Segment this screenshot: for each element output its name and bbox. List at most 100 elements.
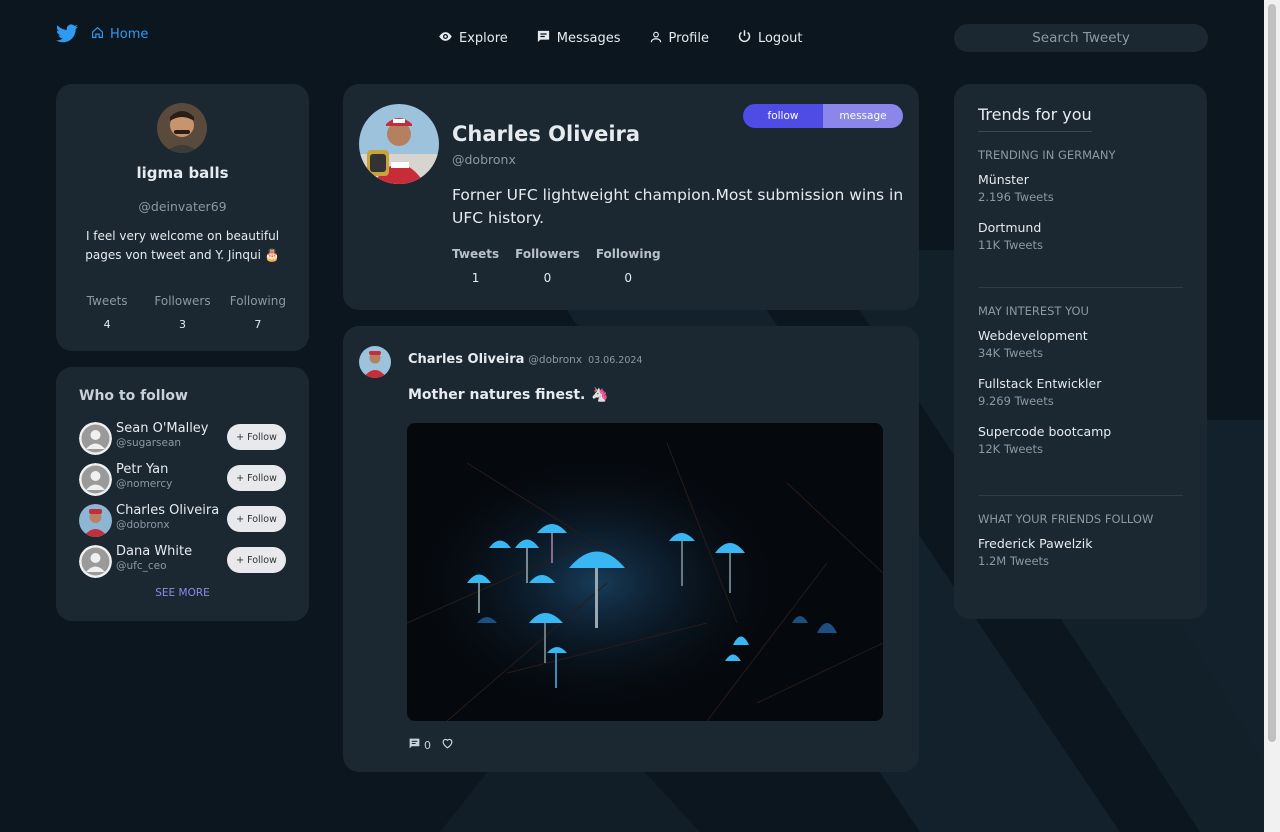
default-avatar-icon[interactable] — [79, 422, 112, 455]
nav-profile-label: Profile — [668, 31, 709, 46]
list-item: Sean O'Malley @sugarsean + Follow — [79, 421, 286, 455]
search-input[interactable] — [954, 24, 1208, 52]
trend-topic: Münster — [978, 172, 1029, 187]
default-avatar-icon[interactable] — [79, 463, 112, 496]
stat-label: Followers — [154, 294, 211, 308]
my-handle: @deinvater69 — [138, 199, 227, 214]
profile-handle: @dobronx — [452, 152, 516, 167]
profile-stats: Tweets 1 Followers 0 Following 0 — [452, 247, 677, 285]
tweet-actions: 0 — [408, 737, 454, 753]
heart-icon[interactable] — [441, 737, 454, 753]
person-name[interactable]: Petr Yan — [116, 462, 172, 477]
comment-count: 0 — [424, 738, 431, 752]
nav-logout[interactable]: Logout — [737, 29, 802, 48]
default-avatar-icon[interactable] — [79, 545, 112, 578]
trends-title: Trends for you — [978, 105, 1092, 132]
follow-button[interactable]: + Follow — [227, 465, 286, 491]
person-handle: @nomercy — [116, 478, 173, 490]
trend-topic: Webdevelopment — [978, 328, 1088, 343]
profile-header-card: Charles Oliveira @dobronx follow message… — [343, 84, 919, 310]
stat-tweets: Tweets 1 — [452, 247, 499, 285]
trend-item[interactable]: Webdevelopment 34K Tweets — [978, 328, 1183, 360]
section-heading: WHAT YOUR FRIENDS FOLLOW — [978, 512, 1154, 526]
avatar[interactable] — [79, 504, 112, 537]
divider — [978, 495, 1183, 496]
user-icon — [649, 30, 663, 48]
trend-item[interactable]: Supercode bootcamp 12K Tweets — [978, 424, 1183, 456]
trend-count: 9.269 Tweets — [978, 394, 1054, 408]
see-more-link[interactable]: SEE MORE — [56, 587, 309, 599]
person-name[interactable]: Charles Oliveira — [116, 503, 219, 518]
follow-button[interactable]: + Follow — [227, 506, 286, 532]
stat-value: 0 — [624, 271, 633, 285]
stat-label: Followers — [515, 247, 580, 261]
nav-home[interactable]: Home — [91, 26, 148, 43]
divider — [978, 287, 1183, 288]
message-icon — [536, 29, 551, 48]
trend-item[interactable]: Dortmund 11K Tweets — [978, 220, 1183, 252]
comment-icon — [408, 737, 421, 753]
trend-count: 12K Tweets — [978, 442, 1044, 456]
person-handle: @dobronx — [116, 519, 170, 531]
nav-explore-label: Explore — [459, 31, 508, 46]
stat-following: Following 0 — [596, 247, 661, 285]
follow-button[interactable]: follow — [743, 104, 823, 128]
trend-section-germany: TRENDING IN GERMANY Münster 2.196 Tweets … — [978, 148, 1183, 252]
tweet-author[interactable]: Charles Oliveira — [408, 352, 524, 367]
profile-name: Charles Oliveira — [452, 122, 641, 146]
my-stats: Tweets 4 Followers 3 Following 7 — [70, 294, 295, 331]
scrollbar[interactable] — [1264, 0, 1280, 832]
follow-button[interactable]: + Follow — [227, 547, 286, 573]
nav-messages[interactable]: Messages — [536, 29, 621, 48]
stat-value: 1 — [471, 271, 480, 285]
list-item: Petr Yan @nomercy + Follow — [79, 462, 286, 496]
avatar[interactable] — [359, 104, 439, 184]
tweet-date: 03.06.2024 — [588, 355, 643, 366]
stat-value: 7 — [254, 318, 262, 331]
tweet-text-content: Mother natures finest. — [408, 387, 586, 403]
stat-followers: Followers 3 — [145, 294, 219, 331]
nav-home-label: Home — [110, 27, 149, 42]
stat-followers: Followers 0 — [515, 247, 580, 285]
stat-label: Following — [229, 294, 286, 308]
tweet-card: Charles Oliveira @dobronx 03.06.2024 Mot… — [343, 326, 919, 772]
my-bio: I feel very welcome on beautiful pages v… — [85, 229, 280, 262]
trend-count: 34K Tweets — [978, 346, 1044, 360]
trend-count: 2.196 Tweets — [978, 190, 1054, 204]
eye-icon — [438, 29, 453, 48]
unicorn-emoji: 🦄 — [591, 387, 609, 403]
trend-topic: Supercode bootcamp — [978, 424, 1112, 439]
nav-profile[interactable]: Profile — [649, 29, 709, 48]
stat-label: Tweets — [452, 247, 500, 261]
trend-topic: Dortmund — [978, 220, 1042, 235]
avatar[interactable] — [157, 103, 207, 153]
trend-item[interactable]: Münster 2.196 Tweets — [978, 172, 1183, 204]
stat-value: 3 — [179, 318, 186, 331]
avatar[interactable] — [359, 346, 391, 378]
home-icon — [91, 26, 104, 43]
trend-item[interactable]: Frederick Pawelzik 1.2M Tweets — [978, 536, 1183, 568]
twitter-bird-icon[interactable] — [55, 22, 79, 46]
nav-explore[interactable]: Explore — [438, 29, 508, 48]
scrollbar-thumb[interactable] — [1268, 4, 1276, 742]
stat-label: Following — [595, 247, 661, 261]
section-heading: MAY INTEREST YOU — [978, 304, 1089, 318]
list-item: Dana White @ufc_ceo + Follow — [79, 544, 286, 578]
person-name[interactable]: Dana White — [116, 544, 192, 559]
message-button[interactable]: message — [823, 104, 903, 128]
follow-button[interactable]: + Follow — [227, 424, 286, 450]
tweet-image[interactable] — [407, 423, 883, 721]
nav-messages-label: Messages — [556, 31, 621, 46]
tweet-handle: @dobronx — [528, 354, 583, 366]
trend-section-friends: WHAT YOUR FRIENDS FOLLOW Frederick Pawel… — [978, 512, 1183, 568]
trend-count: 11K Tweets — [978, 238, 1044, 252]
tweet-text: Mother natures finest. 🦄 — [408, 387, 609, 403]
who-to-follow-card: Who to follow Sean O'Malley @sugarsean + … — [56, 367, 309, 621]
person-name[interactable]: Sean O'Malley — [116, 421, 209, 436]
trend-item[interactable]: Fullstack Entwickler 9.269 Tweets — [978, 376, 1183, 408]
trend-topic: Frederick Pawelzik — [978, 536, 1093, 551]
trends-card: Trends for you TRENDING IN GERMANY Münst… — [954, 84, 1207, 619]
comment-button[interactable]: 0 — [408, 737, 431, 753]
section-heading: TRENDING IN GERMANY — [978, 148, 1116, 162]
stat-value: 4 — [103, 318, 111, 331]
